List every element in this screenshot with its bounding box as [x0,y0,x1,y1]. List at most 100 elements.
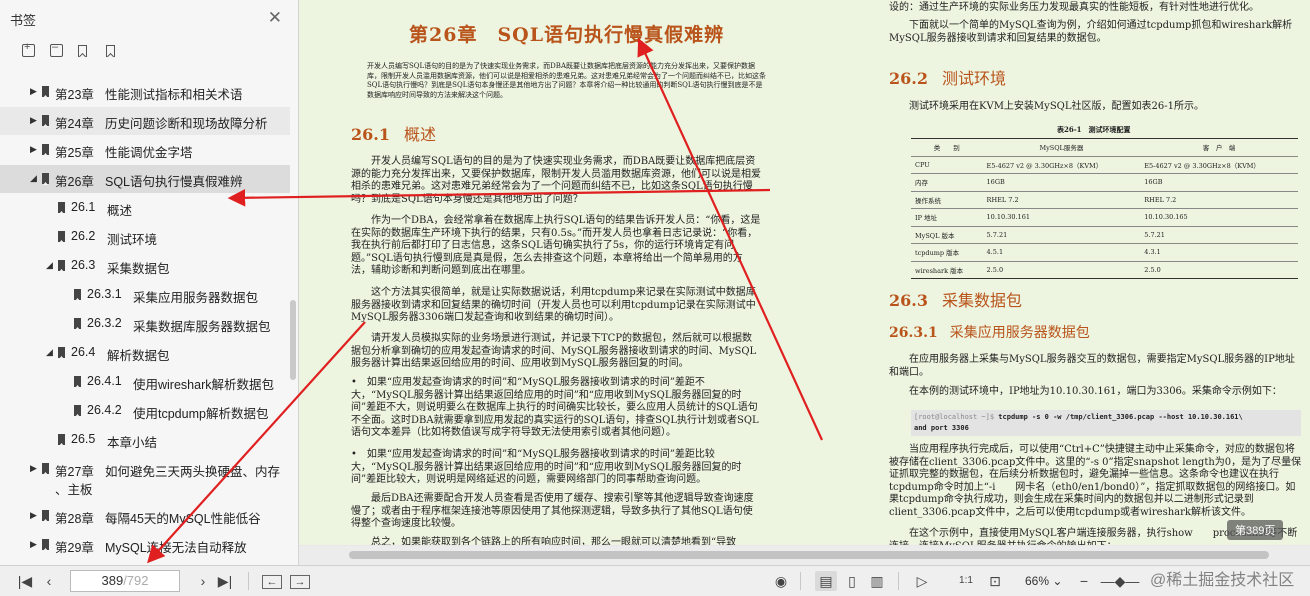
bookmark-icon [58,202,65,213]
code-block: [root@localhost ~]$ tcpdump -s 0 -w /tmp… [911,410,1301,436]
outline-item[interactable]: 26.4.1 使用wireshark解析数据包 [0,368,290,396]
first-page-icon[interactable]: |◀ [16,571,34,591]
table-cell: RHEL 7.2 [982,190,1141,209]
section-heading-26-3: 26.3 采集数据包 [889,291,1022,310]
continuous-page-icon[interactable]: ▯ [842,571,862,591]
forward-icon[interactable]: → [290,575,310,589]
outline-label: 历史问题诊断和现场故障分析 [105,117,268,131]
paragraph: 下面就以一个简单的MySQL查询为例，介绍如何通过tcpdump抓包和wires… [889,20,1293,44]
bookmark-icon [58,434,65,445]
table-cell: 5.7.21 [982,225,1141,244]
outline-item[interactable]: 26.5 本章小结 [0,426,290,454]
read-mode-icon[interactable]: ◉ [770,571,792,591]
close-icon[interactable]: ✕ [268,8,282,28]
outline-number: 26.4.2 [87,403,122,417]
play-icon[interactable]: ▷ [912,571,932,591]
outline-number: 26.3 [71,258,96,272]
bullet-paragraph: • 如果“应用发起查询请求的时间”和“MySQL服务器接收到请求的时间”差距比较… [351,449,742,486]
horizontal-scrollbar[interactable] [299,546,1310,565]
bookmark-icon [42,463,49,474]
back-icon[interactable]: ← [262,575,282,589]
outline-item[interactable]: ▶ 第28章 每隔45天的MySQL性能低谷 [0,502,290,530]
outline-label: 本章小结 [107,436,158,450]
outline-item[interactable]: ▶ 第23章 性能测试指标和相关术语 [0,78,290,106]
scrollbar-thumb[interactable] [349,551,1269,559]
outline-item[interactable]: 26.3.1 采集应用服务器数据包 [0,281,290,309]
bookmark-panel-header: 书签 ✕ [0,0,298,36]
two-page-icon[interactable]: ▥ [866,571,888,591]
expand-arrow-icon[interactable]: ▶ [30,86,37,97]
paragraph: 总之，如果能获取到各个链路上的所有响应时间，那么一眼就可以清楚地看到“导致 [371,537,737,545]
outline-label: 测试环境 [107,233,158,247]
table-cell: 操作系统 [911,190,983,209]
outline-number: 26.3.2 [87,316,122,330]
outline-item[interactable]: 26.4.2 使用tcpdump解析数据包 [0,397,290,425]
last-page-icon[interactable]: ▶| [216,571,234,591]
next-page-icon[interactable]: › [194,571,212,591]
outline-label: 使用tcpdump解析数据包 [133,407,269,421]
table-header-cell: 客 户 端 [1140,138,1298,156]
table-cell: tcpdump 版本 [911,243,983,261]
section-heading-26-3-1: 26.3.1 采集应用服务器数据包 [889,325,1090,341]
table-cell: wireshark 版本 [911,260,983,279]
table-cell: 2.5.0 [1140,260,1298,279]
expand-arrow-icon[interactable]: ▶ [30,463,37,474]
outline-item[interactable]: ▶ 第27章 如何避免三天两头换硬盘、内存 、主板 [0,455,290,501]
collapse-arrow-icon[interactable]: ◢ [46,260,53,271]
paragraph: 测试环境采用在KVM上安装MySQL社区版，配置如表26-1所示。 [909,101,1204,112]
table-cell: 4.3.1 [1140,243,1298,261]
outline-item[interactable]: ◢ 第26章 SQL语句执行慢真假难辨 [0,165,290,193]
table-cell: MySQL 版本 [911,225,983,244]
section-heading-26-1: 26.1 概述 [351,125,436,144]
zoom-level[interactable]: 66% ⌄ [1025,571,1062,591]
fit-page-icon[interactable]: ⊡ [985,571,1005,591]
outline-label: SQL语句执行慢真假难辨 [105,175,243,189]
expand-arrow-icon[interactable]: ▶ [30,144,37,155]
bookmark-icon [58,231,65,242]
outline-item[interactable]: ◢ 26.3 采集数据包 [0,252,290,280]
single-page-icon[interactable]: ▤ [815,571,837,591]
outline-item[interactable]: ▶ 第25章 性能调优金字塔 [0,136,290,164]
zoom-out-icon[interactable]: − [1075,571,1093,591]
table-header-cell: MySQL服务器 [982,138,1141,156]
outline-label: MySQL连接无法自动释放 [105,541,247,555]
outline-item[interactable]: 26.2 测试环境 [0,223,290,251]
outline-number: 26.5 [71,432,96,446]
sidebar-scrollbar[interactable] [290,300,296,380]
bookmark-icon[interactable] [78,45,87,57]
outline-item[interactable]: 26.1 概述 [0,194,290,222]
collapse-all-icon[interactable] [50,41,63,57]
collapse-arrow-icon[interactable]: ◢ [30,173,37,184]
previous-page-icon[interactable]: ‹ [40,571,58,591]
table-cell: 内存 [911,173,983,191]
outline-item[interactable]: 26.3.2 采集数据库服务器数据包 [0,310,290,338]
table-row: tcpdump 版本 4.5.1 4.3.1 [911,243,1298,261]
expand-arrow-icon[interactable]: ▶ [30,539,37,550]
collapse-arrow-icon[interactable]: ◢ [46,347,53,358]
outline-number: 第25章 [55,146,94,160]
table-cell: 16GB [1140,173,1298,191]
expand-arrow-icon[interactable]: ▶ [30,510,37,521]
expand-arrow-icon[interactable]: ▶ [30,115,37,126]
paragraph: 设的：通过生产环境的实际业务压力发现最真实的性能短板，有针对性地进行优化。 [889,2,1259,13]
add-bookmark-icon[interactable] [106,45,115,57]
outline-number: 26.3.1 [87,287,122,301]
chapter-title: 第26章 SQL语句执行慢真假难辨 [409,24,725,46]
table-cell: E5-4627 v2 @ 3.30GHz×8（KVM） [982,155,1141,174]
outline-item[interactable]: ▶ 第24章 历史问题诊断和现场故障分析 [0,107,290,135]
paragraph: 开发人员编写SQL语句的目的是为了快速实现业务需求，而DBA既要让数据库把底层资… [351,156,761,205]
outline-item[interactable]: ◢ 26.4 解析数据包 [0,339,290,367]
outline-number: 26.4 [71,345,96,359]
expand-all-icon[interactable] [22,41,35,57]
outline-item[interactable]: ▶ 第29章 MySQL连接无法自动释放 [0,531,290,559]
page-number-input[interactable]: 389/792 [70,570,180,592]
table-cell: CPU [911,155,983,174]
paragraph: 最后DBA还需要配合开发人员查看是否使用了缓存、搜索引擎等其他逻辑导致查询速度慢… [351,493,754,530]
chapter-abstract: 开发人员编写SQL语句的目的是为了快速实现业务需求，而DBA既要让数据库把底层资… [367,62,766,99]
zoom-slider[interactable]: —◆— [1100,571,1140,591]
bookmark-icon [42,510,49,521]
bookmark-icon [74,318,81,329]
actual-size-icon[interactable]: 1:1 [955,571,977,591]
outline-number: 26.4.1 [87,374,122,388]
table-row: IP 地址 10.10.30.161 10.10.30.165 [911,208,1298,226]
